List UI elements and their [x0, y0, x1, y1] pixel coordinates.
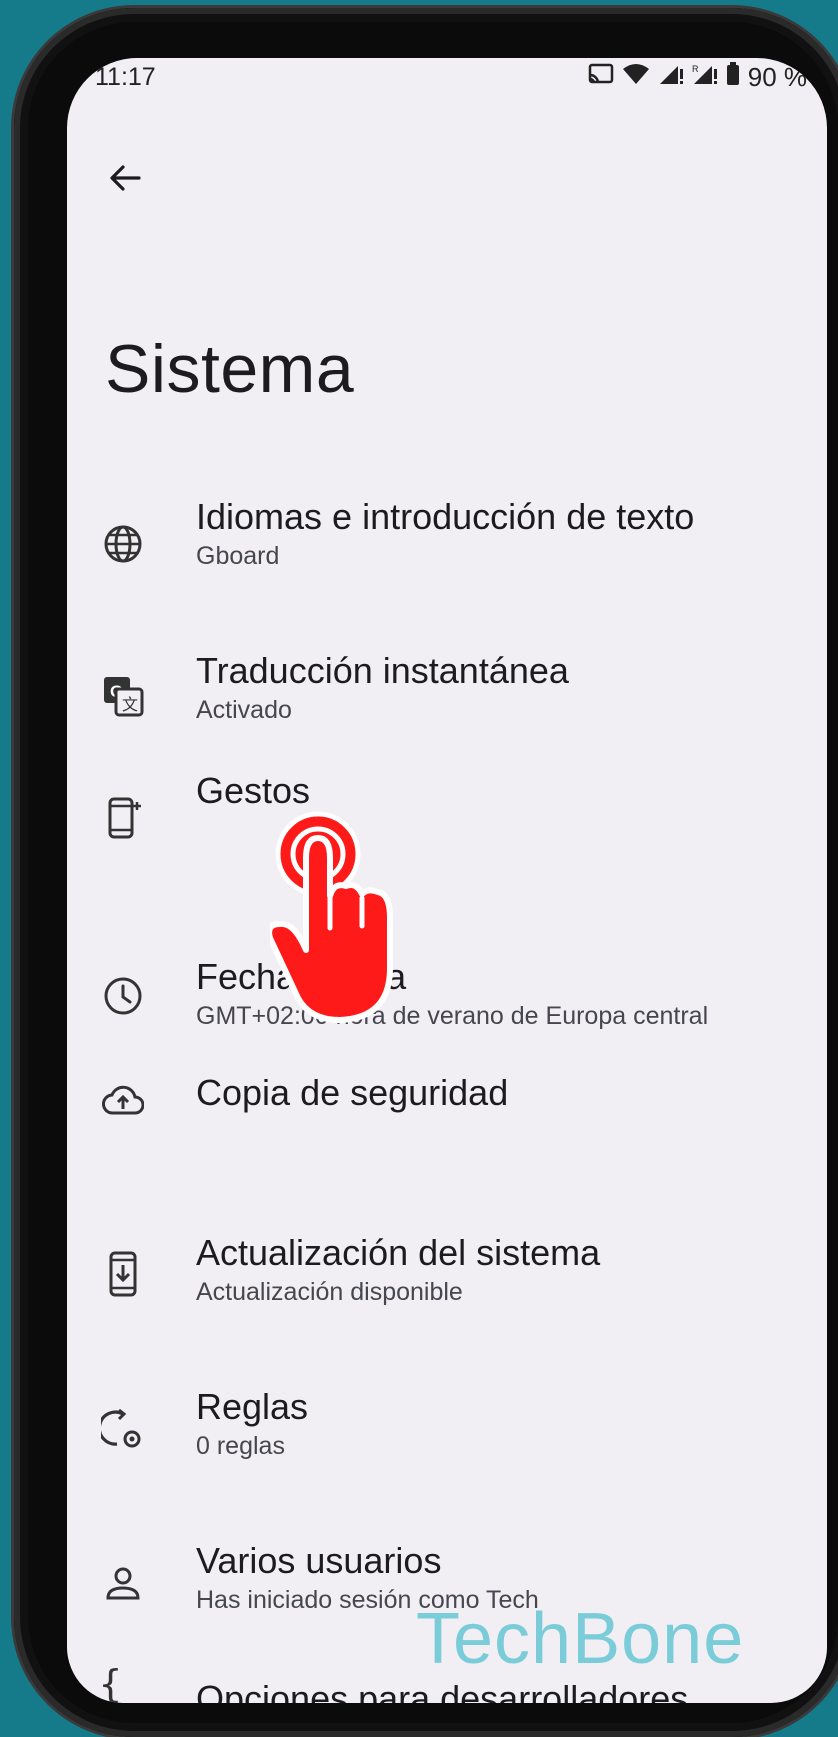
item-label: Actualización del sistema	[196, 1232, 601, 1273]
settings-item-rules[interactable]: Reglas 0 reglas	[67, 1366, 827, 1506]
settings-item-gestures[interactable]: Gestos	[67, 770, 827, 938]
item-label: Idiomas e introducción de texto	[196, 496, 695, 537]
item-subtitle: Activado	[196, 696, 292, 724]
settings-item-system-update[interactable]: Actualización del sistema Actualización …	[67, 1212, 827, 1352]
battery-icon	[726, 62, 740, 93]
system-update-icon	[99, 1250, 147, 1298]
arrow-back-icon	[107, 160, 143, 201]
svg-text:文: 文	[122, 696, 138, 714]
clock-icon	[99, 972, 147, 1020]
wifi-icon	[622, 63, 650, 92]
item-subtitle: Gboard	[196, 542, 280, 570]
translate-icon: G文	[99, 672, 147, 720]
item-label: Reglas	[196, 1386, 309, 1427]
battery-percent: 90 %	[747, 62, 807, 92]
watermark: TechBone	[416, 1599, 745, 1679]
person-icon	[99, 1560, 147, 1608]
item-subtitle: 0 reglas	[196, 1432, 285, 1460]
braces-icon: { }	[99, 1662, 122, 1703]
cloud-upload-icon	[99, 1076, 147, 1124]
phone-frame: 11:17 R 90 % Sistema Idiomas e introducc…	[14, 8, 838, 1737]
cast-icon	[588, 63, 614, 92]
tap-indicator-icon	[266, 808, 410, 1023]
settings-item-languages[interactable]: Idiomas e introducción de texto Gboard	[67, 476, 827, 616]
gestures-phone-icon	[99, 794, 147, 842]
settings-item-backup[interactable]: Copia de seguridad	[67, 1068, 827, 1208]
rules-icon	[99, 1406, 147, 1454]
svg-text:R: R	[692, 64, 699, 74]
item-subtitle: Actualización disponible	[196, 1278, 463, 1306]
status-icons: R 90 %	[588, 62, 807, 93]
signal-roaming-icon: R	[692, 63, 718, 92]
page-title: Sistema	[105, 331, 355, 407]
status-bar: 11:17 R 90 %	[67, 58, 827, 128]
settings-item-instant-translation[interactable]: G文 Traducción instantánea Activado	[67, 630, 827, 770]
item-label: Varios usuarios	[196, 1540, 442, 1581]
signal-icon	[658, 63, 684, 92]
item-label: Copia de seguridad	[196, 1072, 509, 1113]
settings-item-date-time[interactable]: Fecha y hora GMT+02:00 hora de verano de…	[67, 936, 827, 1076]
globe-icon	[99, 520, 147, 568]
item-label: Gestos	[196, 770, 311, 811]
status-time: 11:17	[95, 63, 156, 91]
screen: 11:17 R 90 % Sistema Idiomas e introducc…	[67, 58, 827, 1703]
item-label: Traducción instantánea	[196, 650, 569, 691]
item-label: Opciones para desarrolladores	[196, 1678, 689, 1703]
back-button[interactable]	[95, 150, 155, 210]
